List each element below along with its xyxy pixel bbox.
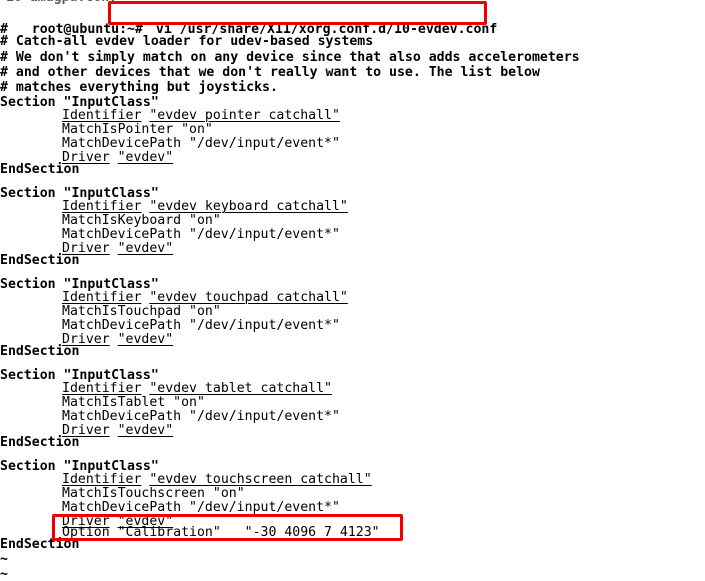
section-0-close: EndSection	[0, 162, 80, 177]
terminal-window[interactable]: 10 amdgpu.conf root@ubuntu:~# vi /usr/sh…	[0, 0, 705, 581]
section-2-close: EndSection	[0, 344, 80, 359]
section-1-close: EndSection	[0, 253, 80, 268]
vi-empty-line-marker: ~	[0, 567, 8, 581]
shell-prompt-line: root@ubuntu:~# vi /usr/share/X11/xorg.co…	[0, 3, 705, 37]
section-3-close: EndSection	[0, 435, 80, 450]
